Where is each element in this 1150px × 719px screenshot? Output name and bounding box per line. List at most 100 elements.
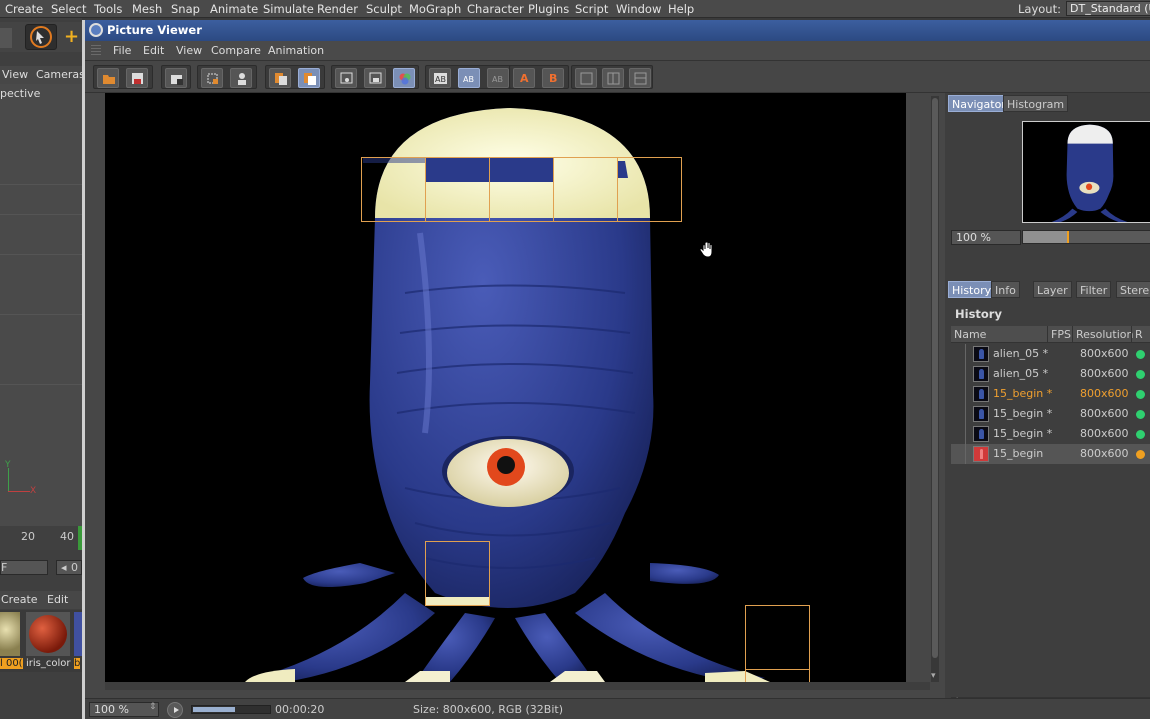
col-r[interactable]: R [1135, 328, 1143, 341]
stereo-3-button[interactable] [629, 68, 651, 88]
history-row-selected[interactable]: 15_begin 800x600 [951, 444, 1150, 464]
history-row[interactable]: alien_05 * 800x600 [951, 364, 1150, 384]
stop-render-button[interactable] [165, 68, 187, 88]
material-swatch-3[interactable] [74, 612, 82, 656]
menu-script[interactable]: Script [575, 2, 608, 16]
history-list: alien_05 * 800x600 alien_05 * 800x600 15_b… [951, 344, 1150, 464]
tab-filter[interactable]: Filter [1076, 281, 1112, 298]
col-fps[interactable]: FPS [1051, 328, 1071, 341]
timeline-ruler[interactable]: 20 40 [0, 526, 82, 550]
move-tool-button[interactable] [25, 24, 57, 50]
move-icon[interactable]: + [64, 28, 82, 48]
render-thumbnail-icon [973, 366, 989, 382]
person-icon [238, 73, 246, 85]
navigator-thumbnail[interactable] [1022, 121, 1150, 223]
menu-mograph[interactable]: MoGraph [409, 2, 461, 16]
copy-button[interactable] [269, 68, 291, 88]
layout-dropdown[interactable]: DT_Standard (U [1066, 1, 1150, 16]
region-icon [207, 73, 218, 84]
material-edit-menu[interactable]: Edit [47, 593, 68, 606]
image-viewport[interactable] [105, 93, 906, 682]
ruler-tick-20: 20 [21, 530, 35, 543]
menu-simulate[interactable]: Simulate [263, 2, 314, 16]
stereo-split-icon [634, 72, 647, 85]
set-a-button[interactable]: A [513, 68, 535, 88]
history-row-name: alien_05 * [993, 367, 1049, 380]
show-pixels-button[interactable] [364, 68, 386, 88]
set-b-button[interactable]: B [542, 68, 564, 88]
paste-button[interactable] [298, 68, 320, 88]
frame-field[interactable]: F [0, 560, 48, 575]
menu-window[interactable]: Window [616, 2, 661, 16]
pv-menu-edit[interactable]: Edit [143, 44, 164, 57]
svg-text:B: B [549, 72, 557, 85]
compare-diff-button[interactable]: AB [487, 68, 509, 88]
history-row[interactable]: 15_begin * 800x600 [951, 404, 1150, 424]
tab-navigator[interactable]: Navigator [948, 95, 1010, 112]
undo-button[interactable] [0, 28, 12, 48]
ab-compare-icon: AB [434, 73, 447, 84]
menu-select[interactable]: Select [51, 2, 86, 16]
history-row-active[interactable]: 15_begin * 800x600 [951, 384, 1150, 404]
vertical-scroll-thumb[interactable] [932, 98, 938, 658]
menu-tools[interactable]: Tools [94, 2, 122, 16]
history-row-name: 15_begin * [993, 407, 1053, 420]
save-file-button[interactable] [126, 68, 148, 88]
frame-stepper[interactable]: ◂ 0 [56, 560, 82, 575]
show-image-button[interactable] [335, 68, 357, 88]
menu-character[interactable]: Character [467, 2, 524, 16]
pv-menu-animation[interactable]: Animation [268, 44, 324, 57]
set-a-icon: A [520, 72, 529, 85]
pv-menu-file[interactable]: File [113, 44, 131, 57]
zoom-stepper-icon[interactable]: ⇕ [149, 702, 157, 712]
tab-stereo[interactable]: Stere [1116, 281, 1150, 298]
tab-info[interactable]: Info [991, 281, 1020, 298]
tab-histogram[interactable]: Histogram [1003, 95, 1069, 112]
cameras-menu[interactable]: Cameras [36, 68, 82, 81]
history-row-name: 15_begin [993, 447, 1044, 460]
scroll-down-icon[interactable]: ▾ [931, 671, 936, 681]
ab-swap-icon: AB [463, 75, 474, 84]
menu-snap[interactable]: Snap [171, 2, 200, 16]
show-channels-button[interactable] [393, 68, 415, 88]
view-menu[interactable]: View [2, 68, 28, 81]
menu-create[interactable]: Create [5, 2, 43, 16]
picture-viewer-titlebar[interactable]: Picture Viewer [85, 20, 1150, 41]
user-region-button[interactable] [230, 68, 252, 88]
menu-render[interactable]: Render [317, 2, 358, 16]
history-row[interactable]: alien_05 * 800x600 [951, 344, 1150, 364]
compare-swap-button[interactable]: AB [458, 68, 480, 88]
navigator-zoom-slider[interactable] [1022, 230, 1150, 244]
stereo-1-button[interactable] [575, 68, 597, 88]
vertical-scrollbar[interactable]: ▾ [931, 96, 939, 682]
tab-layer[interactable]: Layer [1033, 281, 1072, 298]
slider-knob[interactable] [1067, 231, 1069, 243]
animation-progress-bar[interactable] [191, 705, 271, 714]
menu-help[interactable]: Help [668, 2, 694, 16]
perspective-viewport[interactable]: pective Y X [0, 84, 82, 544]
material-create-menu[interactable]: Create [1, 593, 38, 606]
play-button[interactable] [167, 702, 183, 718]
history-row-resolution: 800x600 [1080, 427, 1129, 440]
navigator-zoom-field[interactable]: 100 % [951, 230, 1021, 245]
svg-text:AB: AB [492, 75, 503, 84]
material-swatch-1[interactable] [0, 612, 20, 656]
menu-plugins[interactable]: Plugins [528, 2, 569, 16]
menu-animate[interactable]: Animate [210, 2, 258, 16]
history-row[interactable]: 15_begin * 800x600 [951, 424, 1150, 444]
col-name[interactable]: Name [954, 328, 986, 341]
pv-menu-view[interactable]: View [176, 44, 202, 57]
history-row-resolution: 800x600 [1080, 407, 1129, 420]
menu-sculpt[interactable]: Sculpt [366, 2, 402, 16]
col-resolution[interactable]: Resolution [1076, 328, 1133, 341]
region-render-button[interactable] [201, 68, 223, 88]
compare-ab-button[interactable]: AB [429, 68, 451, 88]
y-axis-label: Y [5, 460, 11, 470]
history-table-header: Name FPS Resolution R [951, 326, 1150, 343]
menu-mesh[interactable]: Mesh [132, 2, 162, 16]
tab-history[interactable]: History [948, 281, 996, 298]
stereo-2-button[interactable] [602, 68, 624, 88]
open-file-button[interactable] [97, 68, 119, 88]
horizontal-scrollbar[interactable] [105, 682, 930, 690]
pv-menu-compare[interactable]: Compare [211, 44, 261, 57]
